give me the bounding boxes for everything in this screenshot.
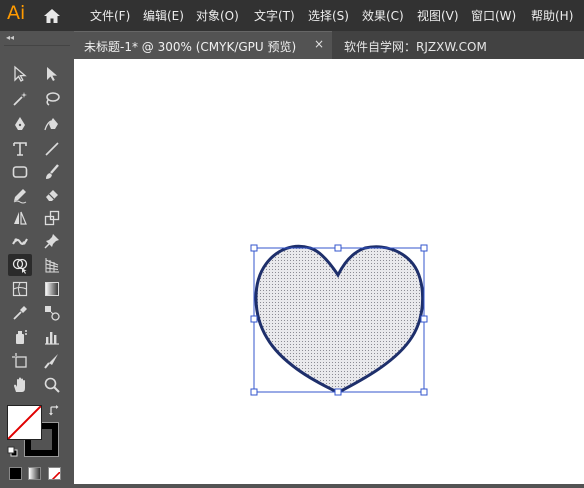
- pen-tool[interactable]: [8, 113, 32, 135]
- eyedropper-tool[interactable]: [8, 302, 32, 324]
- scale-tool[interactable]: [40, 207, 64, 229]
- magnifier-icon: [44, 377, 60, 393]
- mesh-tool[interactable]: [8, 278, 32, 300]
- pushpin-icon: [44, 234, 59, 249]
- menu-help[interactable]: 帮助(H): [531, 7, 573, 24]
- paintbrush-icon: [46, 164, 59, 179]
- home-icon[interactable]: [42, 6, 62, 26]
- blend-tool[interactable]: [40, 302, 64, 324]
- eraser-tool[interactable]: [40, 184, 64, 206]
- direct-selection-arrow-icon: [47, 67, 57, 81]
- reflect-icon: [14, 211, 27, 225]
- none-slash-icon: [8, 406, 41, 439]
- perspective-grid-tool[interactable]: [40, 254, 64, 276]
- shape-builder-tool[interactable]: [8, 254, 32, 276]
- secondary-tab-title[interactable]: 软件自学网：RJZXW.COM: [344, 38, 487, 55]
- menu-file[interactable]: 文件(F): [90, 7, 130, 24]
- eyedropper-icon: [13, 306, 27, 320]
- menu-type[interactable]: 文字(T): [254, 7, 295, 24]
- none-mode-slash-icon: [51, 471, 60, 479]
- puppet-warp-icon: [12, 238, 28, 245]
- selection-tool[interactable]: [8, 63, 32, 85]
- slice-knife-icon: [44, 354, 58, 369]
- line-segment-tool[interactable]: [40, 138, 64, 160]
- gradient-tool[interactable]: [40, 278, 64, 300]
- artwork: [250, 244, 428, 396]
- curvature-pen-icon: [44, 118, 58, 131]
- free-transform-tool[interactable]: [40, 230, 64, 252]
- swap-fill-stroke-icon[interactable]: [48, 404, 62, 418]
- heart-shape[interactable]: [254, 244, 425, 394]
- shaper-tool[interactable]: [8, 184, 32, 206]
- magic-wand-icon: [13, 92, 27, 106]
- toolbar-divider: [4, 45, 70, 46]
- puppet-warp-tool[interactable]: [8, 230, 32, 252]
- menu-select[interactable]: 选择(S): [308, 7, 349, 24]
- fill-color-swatch[interactable]: [7, 405, 42, 440]
- menu-view[interactable]: 视图(V): [417, 7, 459, 24]
- hand-tool[interactable]: [8, 374, 32, 396]
- symbol-sprayer-tool[interactable]: [8, 326, 32, 348]
- reflect-tool[interactable]: [8, 207, 32, 229]
- rounded-rectangle-icon: [12, 166, 28, 178]
- zoom-tool[interactable]: [40, 374, 64, 396]
- document-tab[interactable]: 未标题-1* @ 300% (CMYK/GPU 预览) ×: [74, 31, 332, 59]
- none-mode-button[interactable]: [48, 467, 61, 480]
- shape-builder-icon: [12, 258, 28, 274]
- direct-selection-tool[interactable]: [40, 63, 64, 85]
- menu-effect[interactable]: 效果(C): [362, 7, 404, 24]
- default-fill-stroke-icon[interactable]: [7, 446, 18, 457]
- magic-wand-tool[interactable]: [8, 88, 32, 110]
- type-t-icon: [13, 142, 27, 156]
- menu-object[interactable]: 对象(O): [196, 7, 239, 24]
- document-tab-title: 未标题-1* @ 300% (CMYK/GPU 预览): [84, 40, 297, 54]
- line-segment-icon: [45, 142, 59, 156]
- column-graph-tool[interactable]: [40, 326, 64, 348]
- artboard-canvas[interactable]: [74, 59, 584, 484]
- menu-window[interactable]: 窗口(W): [471, 7, 516, 24]
- menu-edit[interactable]: 编辑(E): [143, 7, 184, 24]
- column-graph-icon: [45, 332, 59, 345]
- type-tool[interactable]: [8, 138, 32, 160]
- symbol-sprayer-icon: [16, 330, 27, 344]
- hand-icon: [14, 377, 25, 392]
- artboard-tool[interactable]: [8, 350, 32, 372]
- collapse-panel-icon[interactable]: ◂◂: [6, 33, 14, 42]
- slice-tool[interactable]: [40, 350, 64, 372]
- lasso-tool[interactable]: [40, 88, 64, 110]
- curvature-tool[interactable]: [40, 113, 64, 135]
- app-logo: Ai: [7, 2, 26, 24]
- scale-icon: [44, 210, 60, 226]
- blend-icon: [45, 306, 60, 321]
- gradient-icon: [45, 282, 59, 296]
- close-icon[interactable]: ×: [314, 37, 324, 51]
- gradient-mode-button[interactable]: [28, 467, 41, 480]
- menu-bar: Ai 文件(F) 编辑(E) 对象(O) 文字(T) 选择(S) 效果(C) 视…: [0, 0, 584, 31]
- selection-arrow-icon: [14, 65, 27, 82]
- lasso-icon: [46, 92, 60, 106]
- color-mode-button[interactable]: [9, 467, 22, 480]
- perspective-grid-icon: [45, 258, 59, 273]
- eraser-icon: [46, 190, 58, 201]
- artboard-icon: [12, 353, 27, 368]
- mesh-icon: [12, 281, 28, 297]
- shaper-pencil-icon: [13, 189, 27, 204]
- rectangle-tool[interactable]: [8, 161, 32, 183]
- paintbrush-tool[interactable]: [40, 161, 64, 183]
- pen-icon: [15, 117, 25, 130]
